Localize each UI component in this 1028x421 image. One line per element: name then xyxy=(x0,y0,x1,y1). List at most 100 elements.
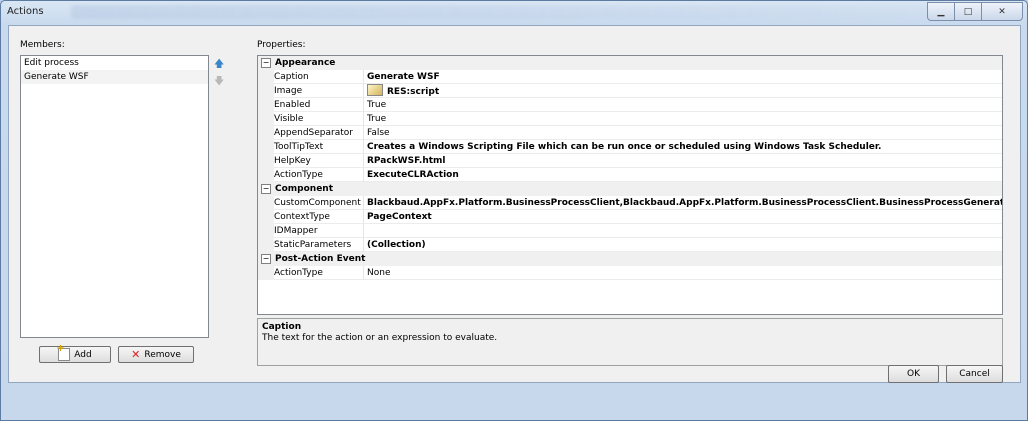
description-title: Caption xyxy=(262,322,302,332)
property-value[interactable]: False xyxy=(364,126,1002,140)
property-name: Visible xyxy=(274,112,364,126)
property-value[interactable]: True xyxy=(364,98,1002,112)
row-gutter xyxy=(258,238,274,252)
property-value-text: ExecuteCLRAction xyxy=(367,170,459,180)
property-row[interactable]: IDMapper xyxy=(258,224,1002,238)
add-icon xyxy=(56,343,71,361)
collapse-icon[interactable]: − xyxy=(261,254,271,264)
members-list[interactable]: Edit process Generate WSF xyxy=(20,55,209,338)
property-row[interactable]: Visible True xyxy=(258,112,1002,126)
dialog-body: Members: Edit processGenerate WSF 🡅 🡇 Ad… xyxy=(8,25,1021,383)
category-name: Post-Action Event xyxy=(275,254,366,264)
property-description-panel: Caption The text for the action or an ex… xyxy=(257,318,1003,366)
property-value[interactable]: True xyxy=(364,112,1002,126)
image-icon xyxy=(367,84,383,96)
property-category[interactable]: − Post-Action Event xyxy=(258,252,1002,266)
description-text: The text for the action or an expression… xyxy=(262,333,498,343)
row-gutter xyxy=(258,196,274,210)
property-name: AppendSeparator xyxy=(274,126,364,140)
remove-icon: ✕ xyxy=(131,347,141,361)
property-name: StaticParameters xyxy=(274,238,364,252)
property-name: Image xyxy=(274,84,364,98)
property-name: CustomComponent xyxy=(274,196,364,210)
properties-label: Properties: xyxy=(257,40,306,50)
remove-button-label: Remove xyxy=(144,349,181,360)
property-grid[interactable]: − Appearance Caption Generate WSF Image RES:s… xyxy=(257,55,1003,315)
add-button[interactable]: Add xyxy=(39,343,111,363)
property-name: ToolTipText xyxy=(274,140,364,154)
add-button-label: Add xyxy=(74,349,92,360)
property-name: ActionType xyxy=(274,168,364,182)
property-row[interactable]: AppendSeparator False xyxy=(258,126,1002,140)
maximize-icon: □ xyxy=(963,6,973,17)
row-gutter xyxy=(258,126,274,140)
row-gutter xyxy=(258,210,274,224)
property-name: ContextType xyxy=(274,210,364,224)
property-name: HelpKey xyxy=(274,154,364,168)
property-name: ActionType xyxy=(274,266,364,280)
property-value[interactable]: Creates a Windows Scripting File which c… xyxy=(364,140,1002,154)
property-value[interactable]: PageContext xyxy=(364,210,1002,224)
property-row[interactable]: Caption Generate WSF xyxy=(258,70,1002,84)
row-gutter xyxy=(258,154,274,168)
property-value[interactable]: RES:script xyxy=(364,84,1002,98)
background-blur xyxy=(71,5,951,19)
move-down-arrow-icon[interactable]: 🡇 xyxy=(214,74,224,91)
row-gutter xyxy=(258,140,274,154)
property-value-text: False xyxy=(367,128,390,138)
property-value-text: RES:script xyxy=(387,87,440,97)
property-value[interactable]: RPackWSF.html xyxy=(364,154,1002,168)
property-value[interactable]: Generate WSF xyxy=(364,70,1002,84)
close-icon: ✕ xyxy=(998,6,1006,17)
maximize-button[interactable]: □ xyxy=(954,2,982,21)
member-item[interactable]: Edit process xyxy=(21,56,208,70)
move-up-arrow-icon[interactable]: 🡅 xyxy=(214,57,224,74)
property-row[interactable]: ToolTipText Creates a Windows Scripting F… xyxy=(258,140,1002,154)
property-value-text: True xyxy=(367,100,387,110)
property-value-text: RPackWSF.html xyxy=(367,156,446,166)
member-item[interactable]: Generate WSF xyxy=(21,70,208,84)
property-value-text: PageContext xyxy=(367,212,432,222)
ok-button-label: OK xyxy=(907,369,920,379)
property-value-text: Generate WSF xyxy=(367,72,440,82)
row-gutter xyxy=(258,112,274,126)
property-name: Caption xyxy=(274,70,364,84)
property-value-text: (Collection) xyxy=(367,240,426,250)
row-gutter xyxy=(258,70,274,84)
title-bar[interactable]: Actions ▁ □ ✕ xyxy=(1,1,1027,25)
property-value[interactable]: Blackbaud.AppFx.Platform.BusinessProcess… xyxy=(364,196,1002,210)
row-gutter xyxy=(258,84,274,98)
collapse-icon[interactable]: − xyxy=(261,184,271,194)
minimize-icon: ▁ xyxy=(937,6,945,17)
ok-button[interactable]: OK xyxy=(888,365,939,383)
property-value-text: Creates a Windows Scripting File which c… xyxy=(367,142,882,152)
property-value-text: Blackbaud.AppFx.Platform.BusinessProcess… xyxy=(367,198,1002,208)
property-category[interactable]: − Component xyxy=(258,182,1002,196)
cancel-button[interactable]: Cancel xyxy=(946,365,1003,383)
property-name: IDMapper xyxy=(274,224,364,238)
property-row[interactable]: StaticParameters (Collection) xyxy=(258,238,1002,252)
row-gutter xyxy=(258,168,274,182)
property-row[interactable]: Enabled True xyxy=(258,98,1002,112)
property-category[interactable]: − Appearance xyxy=(258,56,1002,70)
category-name: Appearance xyxy=(275,58,336,68)
property-value[interactable]: ExecuteCLRAction xyxy=(364,168,1002,182)
property-row[interactable]: Image RES:script xyxy=(258,84,1002,98)
category-name: Component xyxy=(275,184,334,194)
property-row[interactable]: ContextType PageContext xyxy=(258,210,1002,224)
window-title: Actions xyxy=(7,6,44,17)
property-value[interactable]: (Collection) xyxy=(364,238,1002,252)
property-value[interactable]: None xyxy=(364,266,1002,280)
property-row[interactable]: HelpKey RPackWSF.html xyxy=(258,154,1002,168)
collapse-icon[interactable]: − xyxy=(261,58,271,68)
property-row[interactable]: CustomComponent Blackbaud.AppFx.Platform.… xyxy=(258,196,1002,210)
close-button[interactable]: ✕ xyxy=(981,2,1023,21)
row-gutter xyxy=(258,98,274,112)
property-row[interactable]: ActionType ExecuteCLRAction xyxy=(258,168,1002,182)
remove-button[interactable]: ✕ Remove xyxy=(118,346,194,363)
property-row[interactable]: ActionType None xyxy=(258,266,1002,280)
row-gutter xyxy=(258,266,274,280)
minimize-button[interactable]: ▁ xyxy=(927,2,955,21)
property-value[interactable] xyxy=(364,224,1002,238)
window-controls: ▁ □ ✕ xyxy=(927,2,1023,21)
